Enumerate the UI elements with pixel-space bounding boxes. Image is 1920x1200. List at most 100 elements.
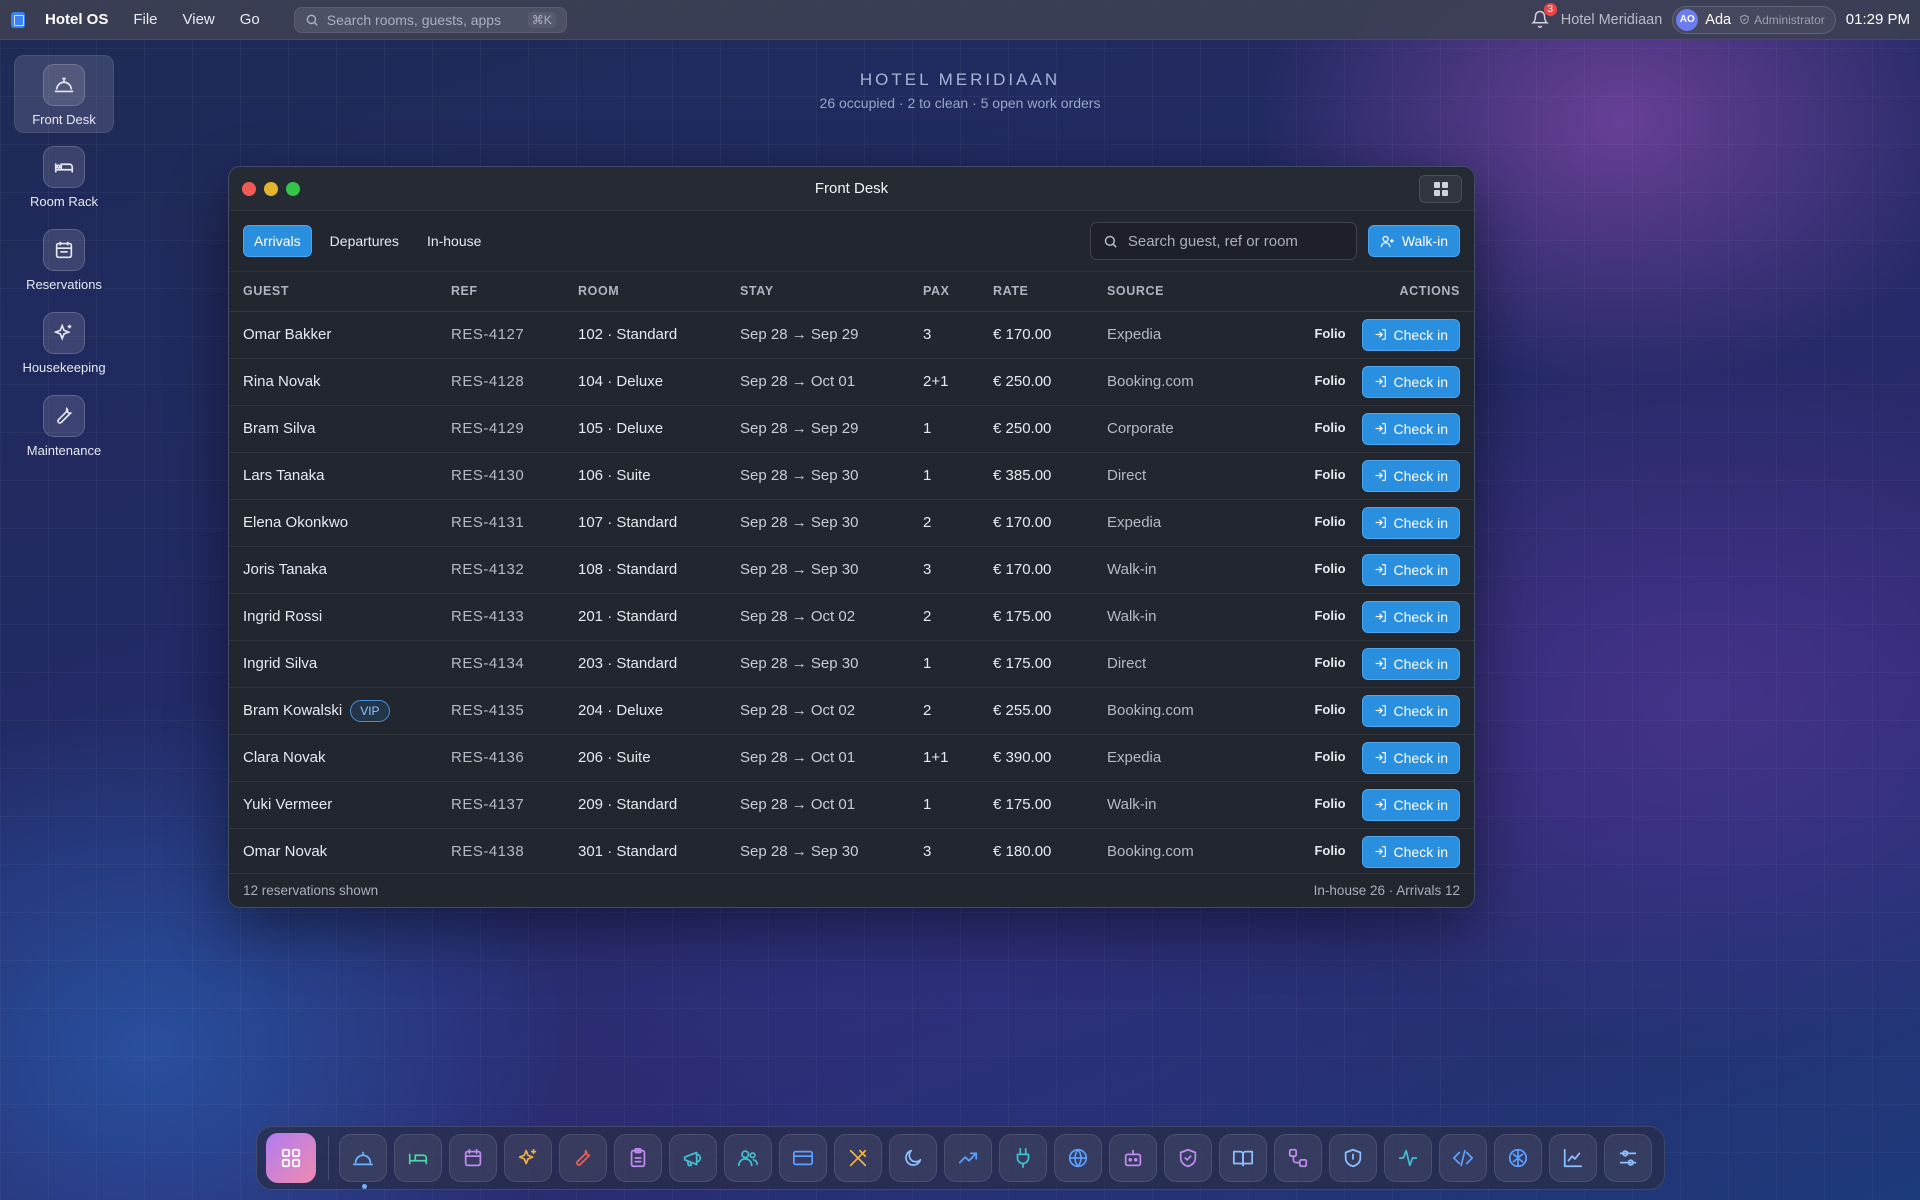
check-in-button[interactable]: Check in [1361, 835, 1460, 868]
app-launcher-button[interactable] [266, 1133, 316, 1183]
sidebar-item-maintenance[interactable]: Maintenance [14, 387, 114, 465]
dock-item-bot[interactable] [1109, 1134, 1157, 1182]
table-row[interactable]: Clara Novak RES-4136 206 · Suite Sep 28 → O… [229, 734, 1474, 782]
hotel-os-logo-icon[interactable] [11, 11, 25, 28]
folio-button[interactable]: Folio [1314, 561, 1345, 576]
dock-item-sparkles[interactable] [504, 1134, 552, 1182]
dock-item-moon[interactable] [889, 1134, 937, 1182]
guest-name[interactable]: Yuki Vermeer [243, 796, 332, 813]
guest-name[interactable]: Elena Okonkwo [243, 514, 348, 531]
guest-name[interactable]: Rina Novak [243, 373, 321, 390]
guest-name[interactable]: Lars Tanaka [243, 467, 324, 484]
folio-button[interactable]: Folio [1314, 420, 1345, 435]
folio-button[interactable]: Folio [1314, 843, 1345, 858]
dock-item-activity[interactable] [1384, 1134, 1432, 1182]
sidebar-item-front-desk[interactable]: Front Desk [14, 55, 114, 133]
table-row[interactable]: Omar Novak RES-4138 301 · Standard Sep 28 →… [229, 828, 1474, 876]
guest-search-input[interactable] [1127, 232, 1328, 250]
column-header-guest[interactable]: GUEST [229, 272, 451, 312]
folio-button[interactable]: Folio [1314, 467, 1345, 482]
close-window-button[interactable] [242, 181, 256, 196]
menu-go[interactable]: Go [240, 11, 260, 28]
dock-item-megaphone[interactable] [669, 1134, 717, 1182]
table-row[interactable]: Omar Bakker RES-4127 102 · Standard Sep 28 … [229, 311, 1474, 359]
column-header-pax[interactable]: PAX [923, 272, 993, 312]
check-in-button[interactable]: Check in [1361, 318, 1460, 351]
dock-item-users[interactable] [724, 1134, 772, 1182]
dock-item-plug[interactable] [999, 1134, 1047, 1182]
dock-item-brain[interactable] [1494, 1134, 1542, 1182]
tab-departures[interactable]: Departures [320, 225, 409, 257]
guest-name[interactable]: Omar Bakker [243, 326, 331, 343]
dock-item-credit-card[interactable] [779, 1134, 827, 1182]
column-header-room[interactable]: ROOM [578, 272, 740, 312]
table-row[interactable]: Bram Silva RES-4129 105 · Deluxe Sep 28 → S… [229, 405, 1474, 453]
dock-item-line-chart[interactable] [1549, 1134, 1597, 1182]
table-row[interactable]: Rina Novak RES-4128 104 · Deluxe Sep 28 → O… [229, 358, 1474, 406]
dock-item-workflow[interactable] [1274, 1134, 1322, 1182]
tab-arrivals[interactable]: Arrivals [243, 225, 312, 257]
user-menu[interactable]: AO Ada Administrator [1672, 5, 1836, 34]
sidebar-item-room-rack[interactable]: Room Rack [14, 138, 114, 216]
check-in-button[interactable]: Check in [1361, 553, 1460, 586]
folio-button[interactable]: Folio [1314, 514, 1345, 529]
check-in-button[interactable]: Check in [1361, 647, 1460, 680]
table-row[interactable]: Ingrid Silva RES-4134 203 · Standard Sep 28… [229, 640, 1474, 688]
folio-button[interactable]: Folio [1314, 796, 1345, 811]
dock-item-wrench[interactable] [559, 1134, 607, 1182]
dock-item-shield[interactable] [1329, 1134, 1377, 1182]
guest-name[interactable]: Bram Kowalski [243, 701, 342, 718]
check-in-button[interactable]: Check in [1361, 506, 1460, 539]
dock-item-clipboard[interactable] [614, 1134, 662, 1182]
folio-button[interactable]: Folio [1314, 702, 1345, 717]
check-in-button[interactable]: Check in [1361, 788, 1460, 821]
minimize-window-button[interactable] [264, 181, 278, 196]
menu-file[interactable]: File [133, 11, 157, 28]
folio-button[interactable]: Folio [1314, 655, 1345, 670]
dock-item-book[interactable] [1219, 1134, 1267, 1182]
dock-item-code[interactable] [1439, 1134, 1487, 1182]
guest-name[interactable]: Omar Novak [243, 843, 327, 860]
table-row[interactable]: Lars Tanaka RES-4130 106 · Suite Sep 28 → S… [229, 452, 1474, 500]
sidebar-item-housekeeping[interactable]: Housekeeping [14, 304, 114, 382]
dock-item-calendar[interactable] [449, 1134, 497, 1182]
notifications-button[interactable]: 3 [1530, 2, 1557, 30]
sidebar-item-reservations[interactable]: Reservations [14, 221, 114, 299]
walk-in-button[interactable]: Walk-in [1367, 225, 1460, 257]
column-header-rate[interactable]: RATE [993, 272, 1107, 312]
guest-name[interactable]: Joris Tanaka [243, 561, 327, 578]
folio-button[interactable]: Folio [1314, 326, 1345, 341]
table-row[interactable]: Elena Okonkwo RES-4131 107 · Standard Sep 2… [229, 499, 1474, 547]
column-header-source[interactable]: SOURCE [1107, 272, 1274, 312]
column-header-stay[interactable]: STAY [740, 272, 923, 312]
table-row[interactable]: Ingrid Rossi RES-4133 201 · Standard Sep 28… [229, 593, 1474, 641]
global-search[interactable]: Search rooms, guests, apps ⌘K [293, 6, 567, 33]
window-titlebar[interactable]: Front Desk [229, 167, 1474, 211]
layout-toggle-button[interactable] [1419, 175, 1462, 203]
guest-name[interactable]: Clara Novak [243, 749, 326, 766]
maximize-window-button[interactable] [286, 181, 300, 196]
table-row[interactable]: Joris Tanaka RES-4132 108 · Standard Sep 28… [229, 546, 1474, 594]
table-row[interactable]: Yuki Vermeer RES-4137 209 · Standard Sep 28… [229, 781, 1474, 829]
folio-button[interactable]: Folio [1314, 749, 1345, 764]
guest-name[interactable]: Ingrid Rossi [243, 608, 322, 625]
dock-item-bell-desk[interactable] [339, 1134, 387, 1189]
dock-item-utensils[interactable] [834, 1134, 882, 1182]
dock-item-settings-sliders[interactable] [1604, 1134, 1652, 1182]
app-name[interactable]: Hotel OS [45, 11, 108, 28]
check-in-button[interactable]: Check in [1361, 412, 1460, 445]
dock-item-shield-check[interactable] [1164, 1134, 1212, 1182]
check-in-button[interactable]: Check in [1361, 741, 1460, 774]
column-header-ref[interactable]: REF [451, 272, 578, 312]
dock-item-trend-up[interactable] [944, 1134, 992, 1182]
table-row[interactable]: Bram Kowalski VIP RES-4135 204 · Deluxe Sep … [229, 687, 1474, 735]
tab-in-house[interactable]: In-house [417, 225, 491, 257]
menu-view[interactable]: View [183, 11, 215, 28]
check-in-button[interactable]: Check in [1361, 600, 1460, 633]
guest-name[interactable]: Ingrid Silva [243, 655, 317, 672]
folio-button[interactable]: Folio [1314, 373, 1345, 388]
check-in-button[interactable]: Check in [1361, 694, 1460, 727]
check-in-button[interactable]: Check in [1361, 459, 1460, 492]
guest-search[interactable] [1089, 222, 1357, 260]
guest-name[interactable]: Bram Silva [243, 420, 316, 437]
